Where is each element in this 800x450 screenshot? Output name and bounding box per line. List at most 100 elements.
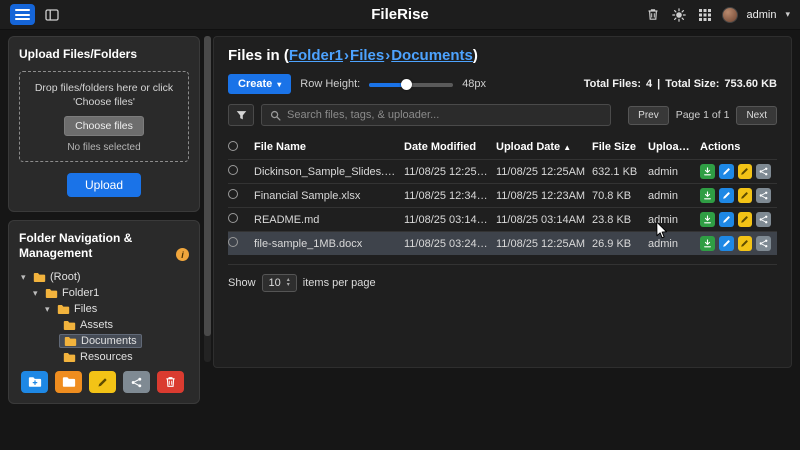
rename-folder-button[interactable]: [89, 371, 116, 393]
file-name[interactable]: file-sample_1MB.docx: [254, 238, 404, 250]
caret-down-icon: ▾: [277, 80, 281, 89]
tree-item-files[interactable]: ▾Files: [19, 301, 189, 317]
row-actions: [700, 164, 777, 179]
caret-down-icon[interactable]: ▾: [45, 304, 53, 315]
create-button[interactable]: Create▾: [228, 74, 291, 94]
table-row[interactable]: Financial Sample.xlsx 11/08/25 12:34AM 1…: [228, 183, 777, 207]
avatar[interactable]: [722, 7, 738, 23]
share-button[interactable]: [756, 188, 771, 203]
folder-icon: [45, 288, 58, 299]
edit-button[interactable]: [719, 164, 734, 179]
tree-item-resources[interactable]: Resources: [19, 349, 189, 365]
slider-thumb[interactable]: [401, 79, 412, 90]
file-size: 632.1 KB: [592, 166, 648, 178]
file-name[interactable]: Financial Sample.xlsx: [254, 190, 404, 202]
folder-plus-icon: [28, 376, 42, 388]
uploader: admin: [648, 190, 700, 202]
rename-button[interactable]: [738, 236, 753, 251]
row-actions: [700, 188, 777, 203]
breadcrumb-folder1[interactable]: Folder1: [289, 47, 343, 64]
download-button[interactable]: [700, 188, 715, 203]
tree-item-assets[interactable]: Assets: [19, 317, 189, 333]
dropzone[interactable]: Drop files/folders here or click 'Choose…: [19, 71, 189, 162]
prev-page-button[interactable]: Prev: [628, 106, 669, 125]
rename-button[interactable]: [738, 188, 753, 203]
edit-button[interactable]: [719, 188, 734, 203]
username[interactable]: admin: [747, 9, 777, 21]
edit-button[interactable]: [719, 212, 734, 227]
per-page-select[interactable]: 10 ▴▾: [262, 274, 297, 292]
share-folder-button[interactable]: [123, 371, 150, 393]
caret-down-icon[interactable]: ▾: [33, 288, 41, 299]
funnel-icon: [236, 110, 247, 121]
scrollbar[interactable]: [204, 36, 211, 362]
choose-files-button[interactable]: Choose files: [64, 116, 144, 136]
pencil-icon: [740, 239, 749, 248]
panels-toggle-button[interactable]: [43, 7, 61, 23]
hamburger-menu-button[interactable]: [10, 4, 35, 25]
row-height-slider[interactable]: [369, 78, 453, 90]
uploader: admin: [648, 214, 700, 226]
table-row[interactable]: Dickinson_Sample_Slides.pptx 11/08/25 12…: [228, 159, 777, 183]
rename-button[interactable]: [738, 164, 753, 179]
caret-down-icon[interactable]: ▾: [21, 272, 29, 283]
folder-tree: ▾(Root) ▾Folder1 ▾Files Assets Documents…: [19, 269, 189, 365]
download-button[interactable]: [700, 236, 715, 251]
pencil-icon: [740, 167, 749, 176]
upload-date: 11/08/25 12:25AM: [496, 238, 592, 250]
breadcrumb-files[interactable]: Files: [350, 47, 384, 64]
upload-card: Upload Files/Folders Drop files/folders …: [8, 36, 200, 212]
share-icon: [759, 239, 768, 248]
share-button[interactable]: [756, 164, 771, 179]
search-input[interactable]: [287, 109, 602, 121]
page-title: Files in (Folder1›Files›Documents): [228, 47, 777, 64]
trash-button[interactable]: [645, 6, 661, 23]
search-row: Prev Page 1 of 1 Next: [228, 104, 777, 126]
date-modified: 11/08/25 03:24AM: [404, 238, 496, 250]
row-checkbox[interactable]: [228, 165, 238, 175]
trash-icon: [165, 376, 176, 388]
chevron-down-icon[interactable]: ▾: [785, 9, 790, 20]
table-row[interactable]: README.md 11/08/25 03:14AM 11/08/25 03:1…: [228, 207, 777, 231]
theme-toggle-button[interactable]: [670, 6, 688, 24]
column-header-upload-date[interactable]: Upload Date ▲: [496, 141, 592, 153]
next-page-button[interactable]: Next: [736, 106, 777, 125]
share-icon: [759, 215, 768, 224]
scrollbar-thumb[interactable]: [204, 36, 211, 336]
pagination: Prev Page 1 of 1 Next: [628, 106, 777, 125]
upload-button[interactable]: Upload: [67, 173, 141, 197]
tree-item-root[interactable]: ▾(Root): [19, 269, 189, 285]
row-checkbox[interactable]: [228, 189, 238, 199]
info-icon[interactable]: i: [176, 248, 189, 261]
topbar-left: [10, 4, 61, 25]
row-checkbox[interactable]: [228, 213, 238, 223]
share-button[interactable]: [756, 212, 771, 227]
select-all-checkbox[interactable]: [228, 141, 238, 151]
rename-button[interactable]: [738, 212, 753, 227]
column-header-file-name[interactable]: File Name: [254, 141, 404, 153]
file-name[interactable]: Dickinson_Sample_Slides.pptx: [254, 166, 404, 178]
share-icon: [131, 377, 142, 388]
tree-item-folder1[interactable]: ▾Folder1: [19, 285, 189, 301]
breadcrumb-documents[interactable]: Documents: [391, 47, 473, 64]
download-button[interactable]: [700, 212, 715, 227]
sun-icon: [672, 8, 686, 22]
download-button[interactable]: [700, 164, 715, 179]
table-row[interactable]: file-sample_1MB.docx 11/08/25 03:24AM 11…: [228, 231, 777, 255]
date-modified: 11/08/25 12:34AM: [404, 190, 496, 202]
row-checkbox[interactable]: [228, 237, 238, 247]
edit-button[interactable]: [719, 236, 734, 251]
delete-folder-button[interactable]: [157, 371, 184, 393]
tree-item-documents[interactable]: Documents: [19, 333, 189, 349]
file-name[interactable]: README.md: [254, 214, 404, 226]
search-box[interactable]: [261, 104, 611, 126]
column-header-file-size[interactable]: File Size: [592, 141, 648, 153]
column-header-date-modified[interactable]: Date Modified: [404, 141, 496, 153]
column-header-uploader[interactable]: Uploader: [648, 141, 700, 153]
upload-date: 11/08/25 12:25AM: [496, 166, 592, 178]
apps-grid-button[interactable]: [697, 7, 713, 23]
share-button[interactable]: [756, 236, 771, 251]
move-folder-button[interactable]: [55, 371, 82, 393]
filter-button[interactable]: [228, 104, 254, 126]
create-folder-button[interactable]: [21, 371, 48, 393]
